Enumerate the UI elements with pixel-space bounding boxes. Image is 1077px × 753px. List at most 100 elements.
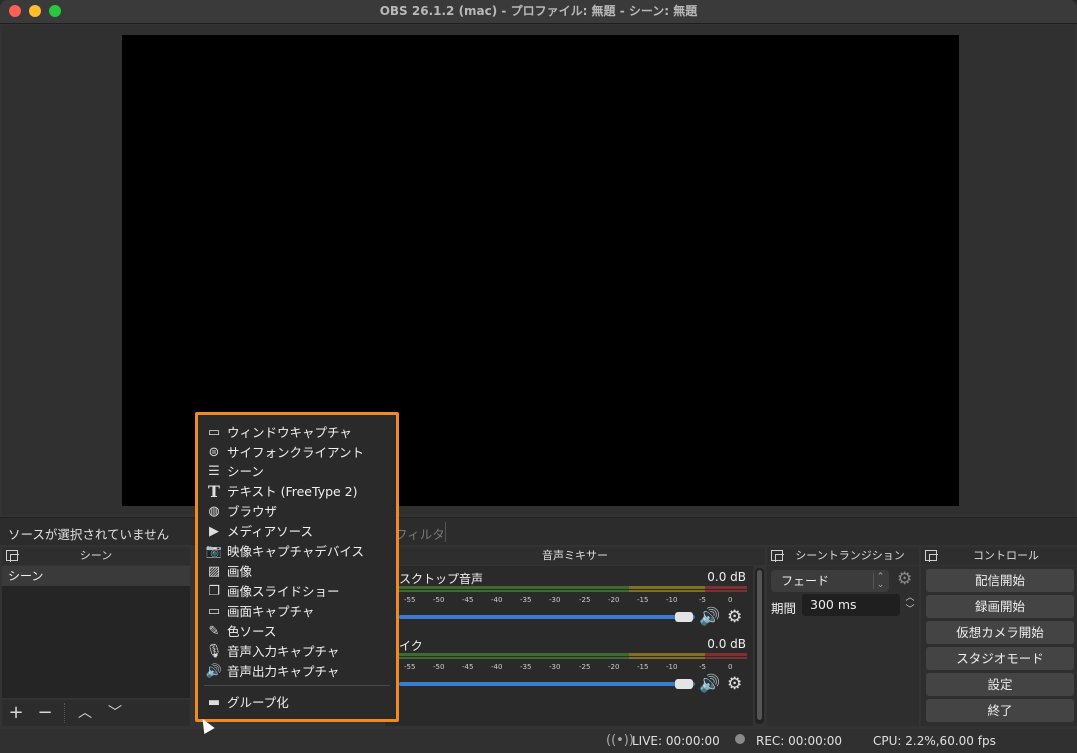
chevron-updown-icon: ⌃ ⌄ — [873, 573, 887, 590]
volume-slider-handle[interactable] — [675, 679, 693, 689]
minimize-window-button[interactable] — [29, 5, 41, 17]
scenes-dock-header: シーン — [2, 547, 190, 565]
controls-dock-title: コントロール — [973, 549, 1039, 562]
live-timer: LIVE: 00:00:00 — [632, 734, 720, 748]
menu-item-display-capture[interactable]: ▭ 画面キャプチャ — [198, 602, 396, 622]
menu-item-audio-input-capture[interactable]: 🎙 音声入力キャプチャ — [198, 642, 396, 662]
mixer-channel: イク 0.0 dB -55 -50 -45 -40 -35 -30 -25 -2… — [385, 633, 753, 699]
undock-icon[interactable] — [925, 550, 938, 562]
close-window-button[interactable] — [9, 5, 21, 17]
move-scene-up-button[interactable]: ︿ — [74, 702, 96, 724]
increment-icon[interactable]: ︿ — [903, 593, 917, 604]
status-bar: ((•)) LIVE: 00:00:00 REC: 00:00:00 CPU: … — [0, 729, 1077, 753]
studio-mode-button[interactable]: スタジオモード — [926, 647, 1074, 670]
rec-timer: REC: 00:00:00 — [756, 734, 843, 748]
scenes-list: シーン — [2, 566, 190, 698]
divider — [445, 522, 446, 542]
no-source-label: ソースが選択されていません — [8, 527, 170, 542]
scenes-toolbar: + − ︿ ﹀ — [2, 700, 190, 726]
undock-icon[interactable] — [771, 550, 784, 562]
monitor-icon: ▭ — [207, 604, 221, 619]
move-scene-down-button[interactable]: ﹀ — [104, 702, 126, 724]
menu-item-syphon-client[interactable]: ⊜ サイフォンクライアント — [198, 443, 396, 463]
menu-item-color-source[interactable]: ✎ 色ソース — [198, 622, 396, 642]
duration-label: 期間 — [771, 601, 797, 616]
menu-item-image-slideshow[interactable]: ❐ 画像スライドショー — [198, 582, 396, 602]
folder-icon: ▬ — [207, 695, 221, 710]
obs-window: OBS 26.1.2 (mac) - プロファイル: 無題 - シーン: 無題 … — [0, 0, 1077, 753]
channel-db: 0.0 dB — [707, 637, 746, 651]
menu-item-text[interactable]: T テキスト (FreeType 2) — [198, 482, 396, 502]
remove-scene-button[interactable]: − — [34, 702, 56, 724]
mixer-dock-header: 音声ミキサー — [385, 547, 765, 565]
volume-meter — [399, 586, 747, 592]
start-virtual-camera-button[interactable]: 仮想カメラ開始 — [926, 621, 1074, 644]
gear-icon[interactable]: ⚙ — [727, 607, 742, 627]
exit-button[interactable]: 終了 — [926, 699, 1074, 722]
controls-panel: 配信開始 録画開始 仮想カメラ開始 スタジオモード 設定 終了 — [921, 566, 1077, 726]
transitions-dock-title: シーントランジション — [795, 549, 905, 562]
start-recording-button[interactable]: 録画開始 — [926, 595, 1074, 618]
undock-icon[interactable] — [6, 550, 19, 562]
brush-icon: ✎ — [208, 624, 220, 639]
scenes-dock-title: シーン — [79, 549, 113, 562]
text-icon: T — [208, 482, 220, 501]
volume-slider-handle[interactable] — [675, 612, 693, 622]
maximize-window-button[interactable] — [49, 5, 61, 17]
channel-name: スクトップ音声 — [399, 572, 484, 586]
menu-item-window-capture[interactable]: ▭ ウィンドウキャプチャ — [198, 423, 396, 443]
cpu-status: CPU: 2.2%,60.00 fps — [873, 734, 996, 748]
filter-button[interactable]: フィルタ — [395, 524, 445, 543]
channel-db: 0.0 dB — [707, 570, 746, 584]
transitions-dock-header: シーントランジション — [767, 547, 919, 565]
divider — [64, 703, 65, 723]
microphone-icon: 🎙 — [205, 644, 223, 659]
duration-input[interactable]: 300 ms — [802, 594, 900, 616]
broadcast-icon: ((•)) — [606, 733, 634, 748]
scene-item[interactable]: シーン — [2, 566, 190, 586]
slideshow-icon: ❐ — [208, 584, 220, 599]
menu-item-image[interactable]: ▨ 画像 — [198, 562, 396, 582]
speaker-icon[interactable]: 🔊 — [699, 674, 720, 694]
menu-divider — [204, 685, 390, 686]
title-bar: OBS 26.1.2 (mac) - プロファイル: 無題 - シーン: 無題 — [0, 0, 1077, 24]
menu-item-group[interactable]: ▬ グループ化 — [198, 693, 396, 713]
list-icon: ☰ — [208, 464, 220, 479]
start-streaming-button[interactable]: 配信開始 — [926, 569, 1074, 592]
mixer-channel: スクトップ音声 0.0 dB -55 -50 -45 -40 -35 -30 -… — [385, 566, 753, 632]
gamepad-icon: ⊜ — [208, 445, 220, 460]
volume-slider[interactable] — [399, 615, 695, 619]
transition-select-value: フェード — [781, 574, 830, 588]
gear-icon[interactable]: ⚙ — [897, 569, 912, 589]
controls-dock-header: コントロール — [921, 547, 1077, 565]
meter-ticks: -55 -50 -45 -40 -35 -30 -25 -20 -15 -10 … — [404, 596, 733, 604]
mixer-dock-title: 音声ミキサー — [542, 549, 608, 562]
volume-slider[interactable] — [399, 682, 695, 686]
volume-meter — [399, 653, 747, 659]
menu-item-scene[interactable]: ☰ シーン — [198, 462, 396, 482]
add-source-menu: ▭ ウィンドウキャプチャ ⊜ サイフォンクライアント ☰ シーン T テキスト … — [195, 412, 399, 722]
menu-item-video-capture-device[interactable]: 📷 映像キャプチャデバイス — [198, 542, 396, 562]
menu-item-audio-output-capture[interactable]: 🔊 音声出力キャプチャ — [198, 662, 396, 682]
mixer-scrollbar[interactable] — [755, 568, 764, 724]
image-icon: ▨ — [207, 564, 221, 579]
transition-select[interactable]: フェード ⌃ ⌄ — [771, 570, 889, 592]
meter-ticks: -55 -50 -45 -40 -35 -30 -25 -20 -15 -10 … — [404, 663, 733, 671]
window-icon: ▭ — [207, 425, 221, 440]
gear-icon[interactable]: ⚙ — [727, 674, 742, 694]
settings-button[interactable]: 設定 — [926, 673, 1074, 696]
camera-icon: 📷 — [205, 544, 223, 559]
source-bar: ソースが選択されていません フィルタ — [0, 517, 1077, 545]
decrement-icon[interactable]: ﹀ — [903, 605, 917, 616]
menu-item-media-source[interactable]: ▶ メディアソース — [198, 522, 396, 542]
window-title: OBS 26.1.2 (mac) - プロファイル: 無題 - シーン: 無題 — [379, 4, 698, 18]
transitions-panel: フェード ⌃ ⌄ ⚙ 期間 300 ms ︿ ﹀ — [767, 566, 919, 726]
audio-mixer: スクトップ音声 0.0 dB -55 -50 -45 -40 -35 -30 -… — [385, 566, 753, 726]
menu-item-browser[interactable]: ◍ ブラウザ — [198, 502, 396, 522]
record-dot-icon — [735, 734, 745, 744]
add-scene-button[interactable]: + — [5, 702, 27, 724]
speaker-icon[interactable]: 🔊 — [699, 607, 720, 627]
play-icon: ▶ — [209, 524, 219, 539]
duration-value: 300 ms — [810, 597, 857, 612]
globe-icon: ◍ — [208, 504, 220, 519]
